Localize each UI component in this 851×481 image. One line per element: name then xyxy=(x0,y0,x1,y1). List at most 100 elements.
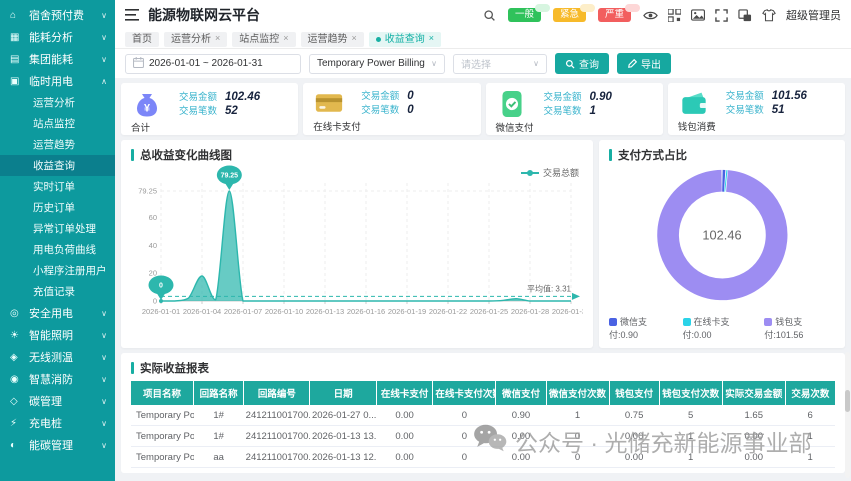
sidebar-group-9[interactable]: ⚡ 充电桩 ∨ xyxy=(0,412,115,434)
col-header-项目名称[interactable]: 项目名称 xyxy=(131,381,194,405)
tab-收益查询[interactable]: 收益查询 × xyxy=(369,32,441,47)
sidebar-group-icon: ▤ xyxy=(10,54,24,65)
sidebar-group-4[interactable]: ◎ 安全用电 ∨ xyxy=(0,302,115,324)
money-bag-icon: ¥ xyxy=(131,89,163,119)
sidebar-group-icon: ◈ xyxy=(10,352,24,363)
app-title: 能源物联网云平台 xyxy=(148,5,260,25)
tab-运营趋势[interactable]: 运营趋势 × xyxy=(301,32,364,47)
sidebar-item-收益查询[interactable]: 收益查询 xyxy=(0,155,115,176)
close-tab-icon[interactable]: × xyxy=(429,34,434,44)
col-header-实际交易金额[interactable]: 实际交易金额 xyxy=(722,381,785,405)
sidebar-group-0[interactable]: ⌂ 宿舍预付费 ∨ xyxy=(0,4,115,26)
table-row[interactable]: Temporary Po...aa241211001700...2026-01-… xyxy=(131,447,835,468)
report-table-card: 实际收益报表 项目名称回路名称回路编号日期在线卡支付在线卡支付次数微信支付微信支… xyxy=(121,353,845,473)
sidebar-group-6[interactable]: ◈ 无线测温 ∨ xyxy=(0,346,115,368)
chevron-down-icon: ∨ xyxy=(101,375,107,384)
wechat-pay-icon xyxy=(496,89,528,119)
sidebar-item-充值记录[interactable]: 充值记录 xyxy=(0,281,115,302)
scrollbar-thumb[interactable] xyxy=(845,390,850,412)
sidebar-group-icon: ◎ xyxy=(10,308,24,319)
sidebar-group-10[interactable]: ◐ 能碳管理 ∨ xyxy=(0,434,115,456)
alarm-badge-0[interactable]: 一般 xyxy=(508,8,541,22)
line-chart-title: 总收益变化曲线图 xyxy=(131,147,583,163)
col-header-交易次数[interactable]: 交易次数 xyxy=(785,381,835,405)
image-icon[interactable] xyxy=(691,9,705,21)
svg-text:2026-01-04: 2026-01-04 xyxy=(183,307,221,316)
col-header-日期[interactable]: 日期 xyxy=(310,381,376,405)
qr-grid-icon[interactable] xyxy=(668,9,681,22)
donut-chart-card: 支付方式占比 102.46 微信支付:0.90在线卡支付:0.00钱包支付:10… xyxy=(599,140,845,348)
col-header-在线卡支付[interactable]: 在线卡支付 xyxy=(376,381,433,405)
tab-站点监控[interactable]: 站点监控 × xyxy=(232,32,295,47)
close-tab-icon[interactable]: × xyxy=(283,34,288,44)
sidebar-item-异常订单处理[interactable]: 异常订单处理 xyxy=(0,218,115,239)
col-header-回路编号[interactable]: 回路编号 xyxy=(244,381,310,405)
line-chart[interactable]: 2026-01-012026-01-042026-01-072026-01-10… xyxy=(131,163,583,333)
tab-运营分析[interactable]: 运营分析 × xyxy=(164,32,227,47)
svg-text:2026-01-13: 2026-01-13 xyxy=(306,307,344,316)
tab-首页[interactable]: 首页 xyxy=(125,32,159,47)
svg-text:2026-01-01: 2026-01-01 xyxy=(142,307,180,316)
report-table-title: 实际收益报表 xyxy=(131,360,835,376)
sidebar-item-运营分析[interactable]: 运营分析 xyxy=(0,92,115,113)
copy-layers-icon[interactable] xyxy=(738,9,752,22)
sidebar-group-label: 集团能耗 xyxy=(29,51,73,67)
badge-count xyxy=(580,4,595,12)
svg-text:2026-01-07: 2026-01-07 xyxy=(224,307,262,316)
sidebar-item-小程序注册用户[interactable]: 小程序注册用户 xyxy=(0,260,115,281)
alarm-badge-1[interactable]: 紧急 xyxy=(553,8,586,22)
col-header-钱包支付[interactable]: 钱包支付 xyxy=(609,381,659,405)
billing-type-value: Temporary Power Billing xyxy=(317,58,425,69)
sidebar-group-1[interactable]: ▦ 能耗分析 ∨ xyxy=(0,26,115,48)
donut-legend-item-钱包支付[interactable]: 钱包支付:101.56 xyxy=(764,315,835,341)
sidebar-group-7[interactable]: ◉ 智慧消防 ∨ xyxy=(0,368,115,390)
sidebar-item-运营趋势[interactable]: 运营趋势 xyxy=(0,134,115,155)
chevron-down-icon: ∨ xyxy=(101,55,107,64)
chevron-down-icon: ∨ xyxy=(533,59,539,68)
close-tab-icon[interactable]: × xyxy=(352,34,357,44)
table-row[interactable]: Temporary Po...241211001700...2026-01-12… xyxy=(131,468,835,474)
menu-toggle-icon[interactable] xyxy=(125,9,139,21)
col-header-在线卡支付次数[interactable]: 在线卡支付次数 xyxy=(433,381,496,405)
theme-shirt-icon[interactable] xyxy=(762,9,776,22)
donut-legend-item-在线卡支付[interactable]: 在线卡支付:0.00 xyxy=(683,315,753,341)
search-icon[interactable] xyxy=(483,9,496,22)
table-row[interactable]: Temporary Po...1#241211001700...2026-01-… xyxy=(131,405,835,426)
donut-legend-item-微信支付[interactable]: 微信支付:0.90 xyxy=(609,315,671,341)
sidebar-group-8[interactable]: ◇ 碳管理 ∨ xyxy=(0,390,115,412)
alarm-badge-2[interactable]: 严重 xyxy=(598,8,631,22)
sidebar-group-5[interactable]: ☀ 智能照明 ∨ xyxy=(0,324,115,346)
col-header-微信支付次数[interactable]: 微信支付次数 xyxy=(546,381,609,405)
table-row[interactable]: Temporary Po...1#241211001700...2026-01-… xyxy=(131,426,835,447)
sidebar-item-用电负荷曲线[interactable]: 用电负荷曲线 xyxy=(0,239,115,260)
col-header-回路名称[interactable]: 回路名称 xyxy=(194,381,244,405)
svg-text:2026-01-19: 2026-01-19 xyxy=(388,307,426,316)
col-header-钱包支付次数[interactable]: 钱包支付次数 xyxy=(659,381,722,405)
export-button[interactable]: 导出 xyxy=(617,53,671,74)
donut-chart[interactable]: 102.46 xyxy=(648,164,796,312)
chevron-down-icon: ∨ xyxy=(431,59,437,68)
query-button[interactable]: 查询 xyxy=(555,53,609,74)
sidebar-item-历史订单[interactable]: 历史订单 xyxy=(0,197,115,218)
fullscreen-icon[interactable] xyxy=(715,9,728,22)
donut-legend: 微信支付:0.90 在线卡支付:0.00 钱包支付:101.56 xyxy=(609,315,835,341)
chevron-down-icon: ∨ xyxy=(101,33,107,42)
sidebar-group-3[interactable]: ▣ 临时用电 ∧ xyxy=(0,70,115,92)
site-select[interactable]: 请选择 ∨ xyxy=(453,54,547,74)
sidebar-group-2[interactable]: ▤ 集团能耗 ∨ xyxy=(0,48,115,70)
sidebar-item-实时订单[interactable]: 实时订单 xyxy=(0,176,115,197)
date-range-input[interactable]: 2026-01-01 ~ 2026-01-31 xyxy=(125,54,301,74)
close-tab-icon[interactable]: × xyxy=(215,34,220,44)
bank-card-icon xyxy=(313,89,345,117)
sidebar-item-站点监控[interactable]: 站点监控 xyxy=(0,113,115,134)
line-chart-legend[interactable]: 交易总额 xyxy=(521,166,579,179)
report-table: 项目名称回路名称回路编号日期在线卡支付在线卡支付次数微信支付微信支付次数钱包支付… xyxy=(131,381,835,473)
eye-icon[interactable] xyxy=(643,10,658,21)
sidebar-group-label: 能碳管理 xyxy=(29,437,73,453)
card-name: 在线卡支付 xyxy=(313,119,472,133)
billing-type-select[interactable]: Temporary Power Billing ∨ xyxy=(309,54,445,74)
col-header-微信支付[interactable]: 微信支付 xyxy=(496,381,546,405)
chevron-down-icon: ∨ xyxy=(101,353,107,362)
admin-name[interactable]: 超级管理员 xyxy=(786,7,841,23)
date-range-value: 2026-01-01 ~ 2026-01-31 xyxy=(149,58,263,69)
